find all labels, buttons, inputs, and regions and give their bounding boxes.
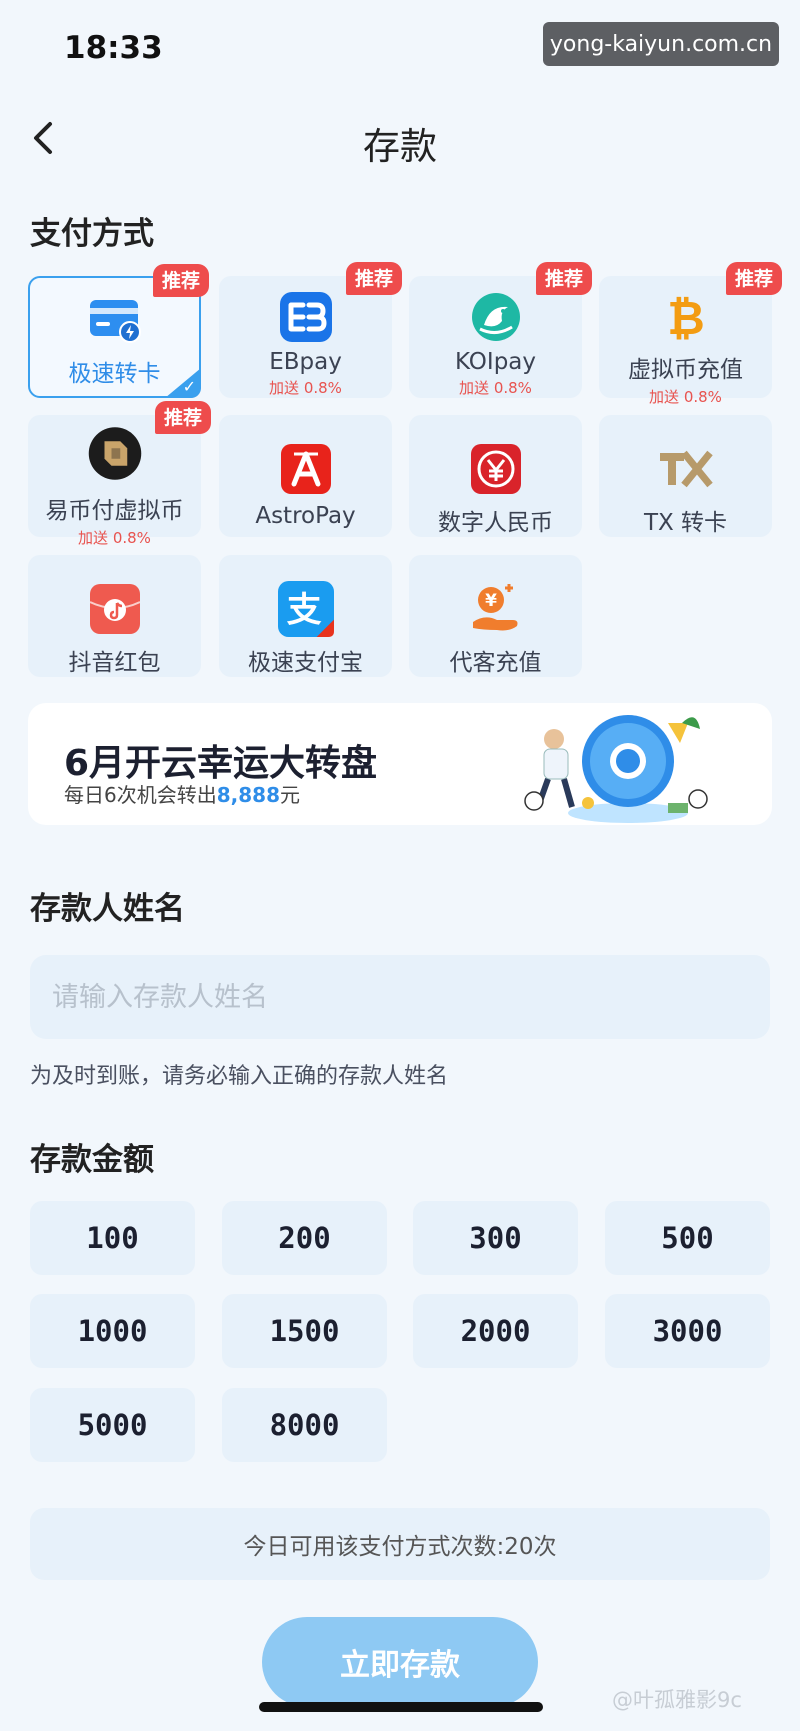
payment-method-astropay[interactable]: AstroPay bbox=[219, 415, 392, 537]
page-title: 存款 bbox=[363, 125, 437, 168]
amount-option[interactable]: 1500 bbox=[222, 1294, 387, 1368]
payment-method-label: AstroPay bbox=[255, 503, 356, 529]
svg-text:¥: ¥ bbox=[485, 591, 497, 611]
payment-method-label: 极速转卡 bbox=[68, 361, 161, 387]
bitcoin-icon: ₿ bbox=[658, 290, 714, 344]
payment-method-douyin[interactable]: 抖音红包 bbox=[28, 555, 201, 677]
recommend-badge: 推荐 bbox=[725, 262, 782, 295]
bonus-label: 加送 0.8% bbox=[459, 379, 532, 397]
payment-method-ebpay[interactable]: 推荐 EBpay 加送 0.8% bbox=[219, 262, 402, 398]
payment-method-label: KOIpay bbox=[454, 349, 537, 375]
payment-method-label: 虚拟币充值 bbox=[628, 357, 743, 383]
payment-method-label: TX 转卡 bbox=[643, 510, 728, 536]
payment-method-alipay[interactable]: 支 极速支付宝 bbox=[219, 555, 392, 677]
payment-method-fast-card[interactable]: 推荐 极速转卡 ✓ bbox=[28, 264, 209, 398]
payment-method-label: EBpay bbox=[269, 349, 342, 375]
lucky-wheel-illustration bbox=[518, 703, 718, 825]
section-title-payment: 支付方式 bbox=[30, 216, 154, 252]
douyin-red-packet-icon bbox=[87, 581, 143, 637]
amount-option[interactable]: 500 bbox=[605, 1201, 770, 1275]
bonus-label: 加送 0.8% bbox=[649, 388, 722, 406]
koi-fish-icon bbox=[468, 290, 524, 343]
amount-option[interactable]: 8000 bbox=[222, 1388, 387, 1462]
watermark-label: yong-kaiyun.com.cn bbox=[543, 22, 779, 66]
section-title-depositor: 存款人姓名 bbox=[30, 891, 185, 927]
digital-rmb-icon bbox=[468, 441, 524, 497]
yibifu-icon bbox=[87, 427, 143, 485]
section-title-amount: 存款金额 bbox=[30, 1142, 154, 1178]
payment-method-tx-card[interactable]: TX 转卡 bbox=[599, 415, 772, 537]
payment-method-label: 易币付虚拟币 bbox=[45, 498, 184, 524]
recommend-badge: 推荐 bbox=[152, 264, 209, 297]
payment-method-yibifu[interactable]: 推荐 易币付虚拟币 加送 0.8% bbox=[28, 401, 211, 547]
alipay-icon: 支 bbox=[277, 581, 334, 637]
hand-coin-icon: ¥ bbox=[468, 581, 524, 637]
tx-logo-icon bbox=[658, 441, 714, 497]
payment-method-label: 数字人民币 bbox=[438, 510, 553, 536]
astropay-icon bbox=[278, 441, 334, 497]
payment-method-label: 抖音红包 bbox=[68, 650, 161, 676]
bonus-label: 加送 0.8% bbox=[269, 379, 342, 397]
amount-option[interactable]: 1000 bbox=[30, 1294, 195, 1368]
deposit-submit-button[interactable]: 立即存款 bbox=[262, 1617, 538, 1707]
svg-text:支: 支 bbox=[286, 591, 321, 631]
promo-banner-subtitle: 每日6次机会转出8,888元 bbox=[64, 783, 300, 807]
payment-method-label: 极速支付宝 bbox=[248, 650, 363, 676]
amount-option[interactable]: 2000 bbox=[413, 1294, 578, 1368]
amount-option[interactable]: 100 bbox=[30, 1201, 195, 1275]
payment-method-koipay[interactable]: 推荐 KOIpay 加送 0.8% bbox=[409, 262, 592, 398]
payment-method-digital-rmb[interactable]: 数字人民币 bbox=[409, 415, 582, 537]
card-lightning-icon bbox=[87, 292, 143, 348]
amount-option[interactable]: 3000 bbox=[605, 1294, 770, 1368]
usage-limit-notice: 今日可用该支付方式次数:20次 bbox=[30, 1508, 770, 1580]
payment-method-crypto[interactable]: 推荐 ₿ 虚拟币充值 加送 0.8% bbox=[599, 262, 782, 406]
recommend-badge: 推荐 bbox=[154, 401, 211, 434]
amount-option[interactable]: 5000 bbox=[30, 1388, 195, 1462]
svg-text:₿: ₿ bbox=[667, 291, 705, 344]
payment-method-proxy-topup[interactable]: ¥ 代客充值 bbox=[409, 555, 582, 677]
payment-method-label: 代客充值 bbox=[449, 650, 542, 676]
recommend-badge: 推荐 bbox=[535, 262, 592, 295]
depositor-hint: 为及时到账，请务必输入正确的存款人姓名 bbox=[30, 1064, 449, 1089]
recommend-badge: 推荐 bbox=[345, 262, 402, 295]
amount-option[interactable]: 300 bbox=[413, 1201, 578, 1275]
status-time: 18:33 bbox=[64, 30, 163, 66]
footer-watermark: @叶孤雅影9c bbox=[612, 1688, 742, 1712]
bonus-label: 加送 0.8% bbox=[78, 529, 151, 547]
selected-check-icon: ✓ bbox=[165, 368, 201, 398]
depositor-name-input[interactable] bbox=[30, 955, 770, 1039]
ebpay-icon bbox=[278, 290, 334, 343]
home-indicator bbox=[259, 1702, 543, 1712]
amount-option[interactable]: 200 bbox=[222, 1201, 387, 1275]
